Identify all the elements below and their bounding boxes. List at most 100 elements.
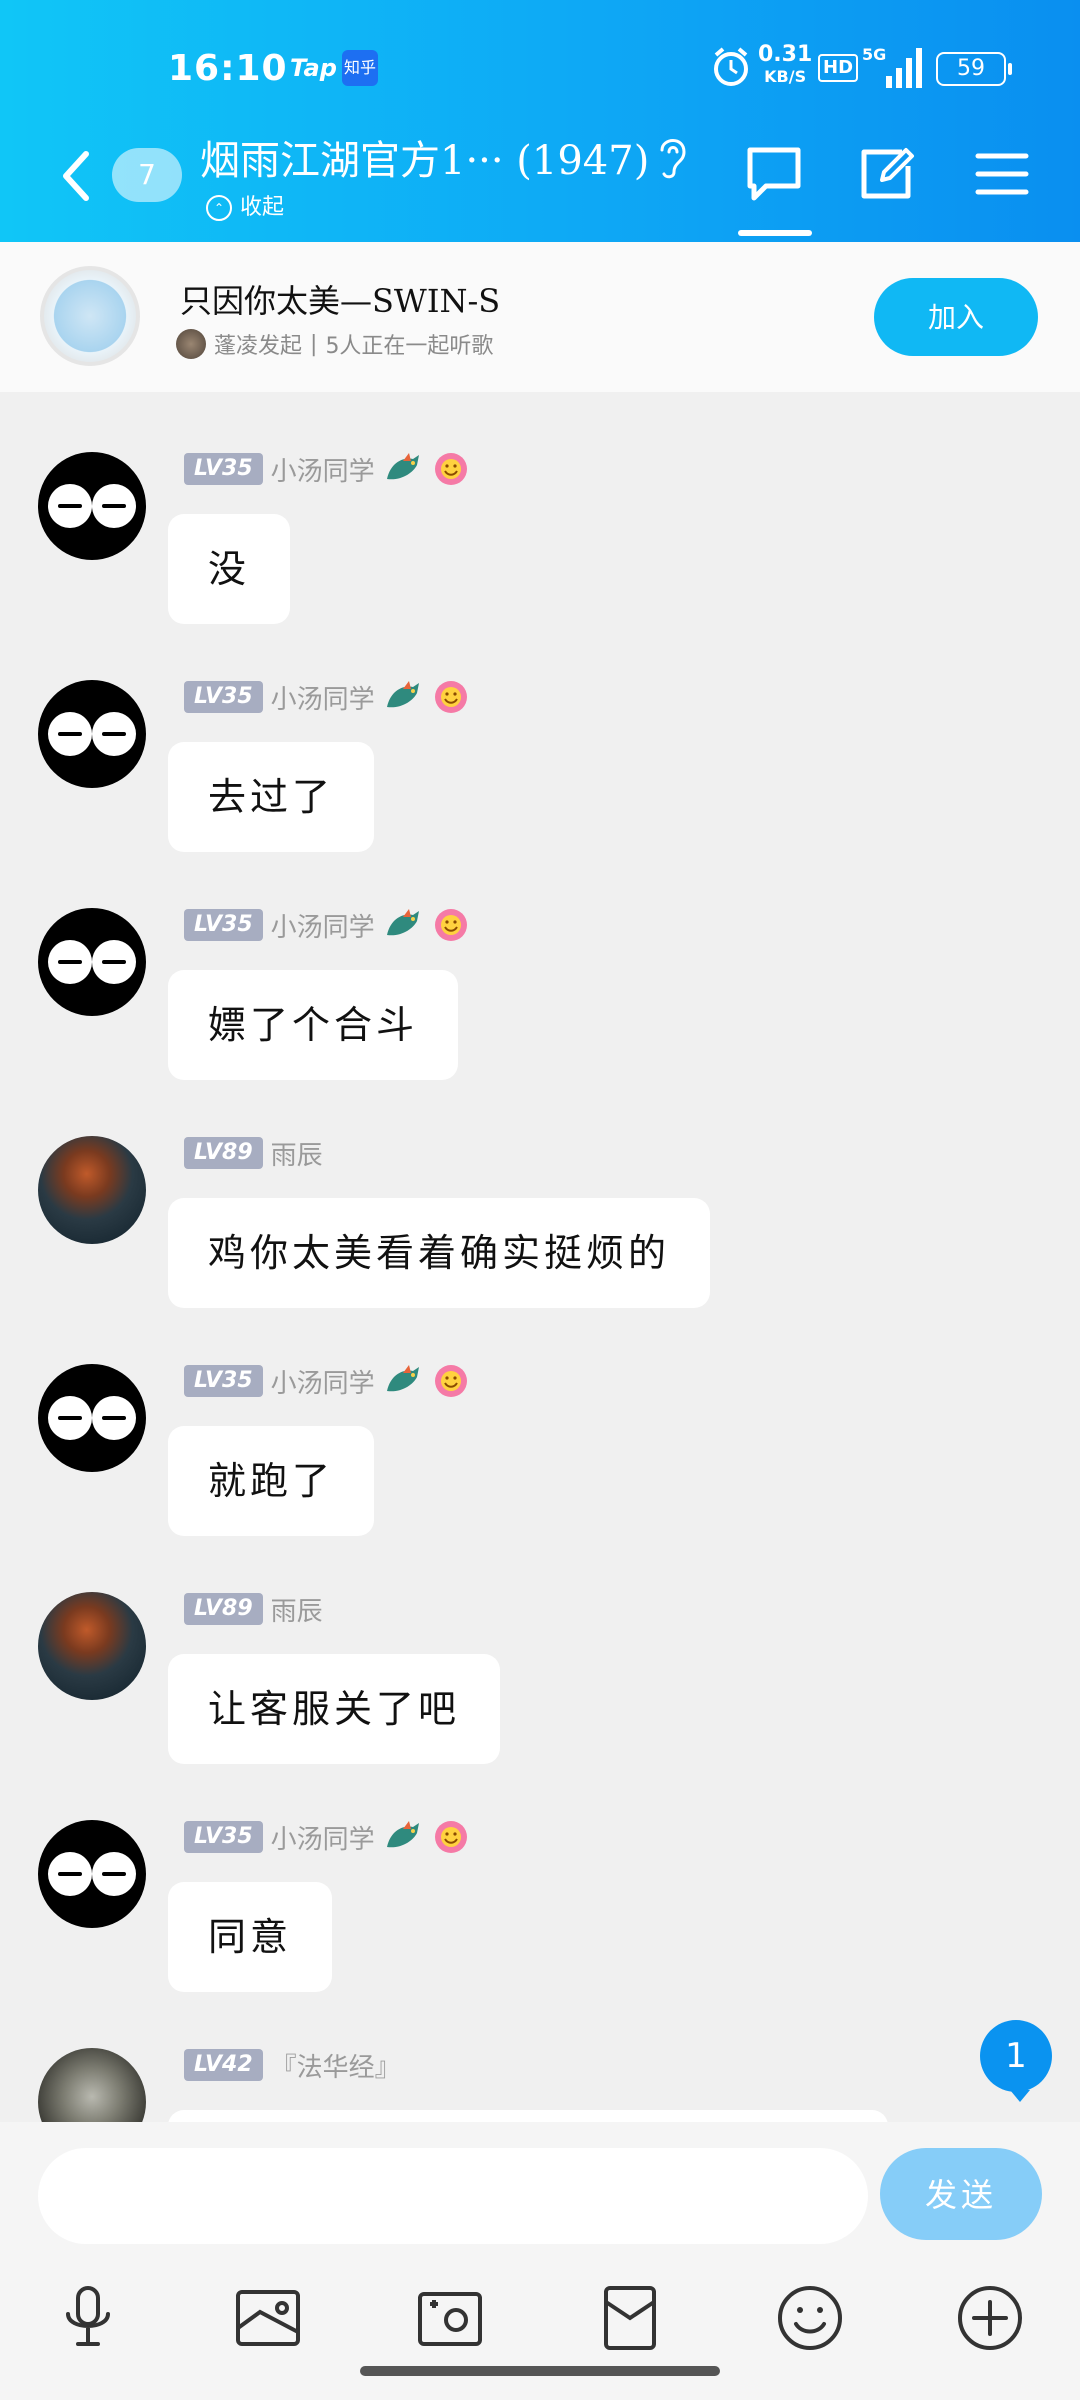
dragon-medal-icon xyxy=(386,453,419,480)
avatar-warrior[interactable] xyxy=(38,1592,146,1700)
song-title: 只因你太美—SWIN-S xyxy=(180,282,501,320)
edit-icon[interactable] xyxy=(854,142,918,206)
message-list[interactable]: LV35 小汤同学没 LV35 小汤同学 去过了 LV35 小汤同学 嫖了个合斗 LV89 雨辰鸡… xyxy=(0,392,1080,2122)
level-badge: LV42 xyxy=(184,2049,263,2081)
message-bubble[interactable]: 去过了 xyxy=(168,742,375,852)
avatar-warrior[interactable] xyxy=(38,1136,146,1244)
avatar-black-eyes[interactable] xyxy=(38,908,146,1016)
smile-flower-icon xyxy=(434,909,467,941)
emoji-icon[interactable] xyxy=(774,2282,846,2354)
net-speed-value: 0.31 xyxy=(758,42,813,67)
back-arrow-icon[interactable] xyxy=(56,148,96,204)
message-bubble[interactable]: 让客服关了吧 xyxy=(168,1654,501,1764)
microphone-icon[interactable] xyxy=(52,2282,124,2354)
collapse-toggle[interactable]: ⌃ 收起 xyxy=(206,188,284,228)
red-packet-icon[interactable] xyxy=(594,2282,666,2354)
album-cover xyxy=(40,266,140,366)
level-badge: LV35 xyxy=(184,1365,263,1397)
initiator-label: 蓬凌发起 xyxy=(214,334,303,359)
message-bubble[interactable]: 就跑了 xyxy=(168,1426,375,1536)
new-message-badge[interactable]: 1 xyxy=(980,2020,1052,2102)
smile-flower-icon xyxy=(434,681,467,713)
message-row: LV35 小汤同学嫖了个合斗 xyxy=(0,848,1080,1080)
message-row: LV35 小汤同学就跑了 xyxy=(0,1304,1080,1536)
unread-count-pill[interactable]: 7 xyxy=(112,148,182,202)
nickname[interactable]: 小汤同学 xyxy=(271,1363,375,1400)
ear-icon[interactable] xyxy=(652,132,692,182)
battery-indicator: 59 xyxy=(936,52,1012,86)
nickname[interactable]: 小汤同学 xyxy=(271,907,375,944)
level-badge: LV35 xyxy=(184,909,263,941)
status-bar: 16:10 Tap 知乎 0.31 KB/S HD 5G 59 xyxy=(0,40,1080,100)
message-row: LV35 小汤同学没 xyxy=(0,392,1080,624)
signal-icon: 5G xyxy=(862,45,922,88)
plus-icon[interactable] xyxy=(954,2282,1026,2354)
net-speed-unit: KB/S xyxy=(764,67,807,86)
message-bubble[interactable] xyxy=(168,2110,888,2122)
status-time: 16:10 xyxy=(168,48,288,89)
home-indicator xyxy=(360,2366,720,2376)
nickname[interactable]: 雨辰 xyxy=(271,1135,323,1172)
nickname[interactable]: 小汤同学 xyxy=(271,451,375,488)
smile-flower-icon xyxy=(434,453,467,485)
dragon-medal-icon xyxy=(386,1821,419,1848)
listen-together-banner[interactable]: 只因你太美—SWIN-S 蓬凌发起 | 5人正在一起听歌 加入 xyxy=(0,242,1080,392)
dragon-medal-icon xyxy=(386,1365,419,1392)
nickname[interactable]: 『法华经』 xyxy=(271,2047,401,2084)
level-badge: LV35 xyxy=(184,681,263,713)
message-bubble[interactable]: 同意 xyxy=(168,1882,333,1992)
hd-badge: HD xyxy=(818,54,859,82)
alarm-icon xyxy=(714,47,748,86)
message-input[interactable] xyxy=(38,2148,868,2244)
avatar-black-eyes[interactable] xyxy=(38,1820,146,1928)
zhihu-app-icon: 知乎 xyxy=(342,50,378,86)
message-row: LV42 『法华经』 xyxy=(0,1988,1080,2122)
group-title[interactable]: 烟雨江湖官方1··· (1947) xyxy=(200,128,649,186)
message-meta: LV35 小汤同学 xyxy=(184,678,471,716)
menu-icon[interactable] xyxy=(970,142,1034,206)
smile-flower-icon xyxy=(434,1821,467,1853)
dragon-medal-icon xyxy=(386,681,419,708)
level-badge: LV89 xyxy=(184,1137,263,1169)
listeners-label: 5人正在一起听歌 xyxy=(325,334,494,359)
chat-bubble-icon[interactable] xyxy=(742,142,806,206)
message-meta: LV35 小汤同学 xyxy=(184,1362,471,1400)
listen-together-info: 蓬凌发起 | 5人正在一起听歌 xyxy=(176,328,493,360)
chat-header: 16:10 Tap 知乎 0.31 KB/S HD 5G 59 7 烟雨江湖官方… xyxy=(0,0,1080,242)
avatar-black-eyes[interactable] xyxy=(38,452,146,560)
nickname[interactable]: 雨辰 xyxy=(271,1591,323,1628)
separator: | xyxy=(310,331,318,357)
nickname[interactable]: 小汤同学 xyxy=(271,1819,375,1856)
image-icon[interactable] xyxy=(232,2282,304,2354)
message-bubble[interactable]: 鸡你太美看着确实挺烦的 xyxy=(168,1198,711,1308)
level-badge: LV89 xyxy=(184,1593,263,1625)
message-row: LV89 雨辰鸡你太美看着确实挺烦的 xyxy=(0,1076,1080,1308)
nickname[interactable]: 小汤同学 xyxy=(271,679,375,716)
message-meta: LV35 小汤同学 xyxy=(184,450,471,488)
message-bubble[interactable]: 嫖了个合斗 xyxy=(168,970,459,1080)
avatar-black-eyes[interactable] xyxy=(38,1364,146,1472)
join-button[interactable]: 加入 xyxy=(874,278,1038,356)
message-meta: LV35 小汤同学 xyxy=(184,1818,471,1856)
active-tab-indicator xyxy=(738,230,812,236)
tap-app-icon: Tap xyxy=(290,54,337,82)
message-bubble[interactable]: 没 xyxy=(168,514,291,624)
chat-nav: 7 烟雨江湖官方1··· (1947) ⌃ 收起 xyxy=(0,128,1080,242)
smile-flower-icon xyxy=(434,1365,467,1397)
message-meta: LV89 雨辰 xyxy=(184,1134,323,1172)
camera-icon[interactable] xyxy=(414,2282,486,2354)
collapse-label: 收起 xyxy=(240,195,285,220)
message-row: LV35 小汤同学同意 xyxy=(0,1760,1080,1992)
composer-toolbar xyxy=(0,2272,1080,2362)
initiator-avatar xyxy=(176,329,206,359)
network-type: 5G xyxy=(862,45,886,64)
message-meta: LV89 雨辰 xyxy=(184,1590,323,1628)
send-button[interactable]: 发送 xyxy=(880,2148,1042,2240)
net-speed: 0.31 KB/S xyxy=(758,44,812,88)
message-row: LV89 雨辰让客服关了吧 xyxy=(0,1532,1080,1764)
level-badge: LV35 xyxy=(184,1821,263,1853)
message-meta: LV35 小汤同学 xyxy=(184,906,471,944)
avatar-statue[interactable] xyxy=(38,2048,146,2122)
dragon-medal-icon xyxy=(386,909,419,936)
avatar-black-eyes[interactable] xyxy=(38,680,146,788)
